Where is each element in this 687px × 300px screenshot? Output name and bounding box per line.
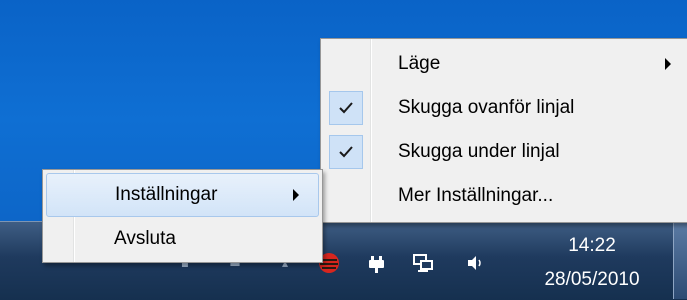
checkmark-icon — [329, 91, 363, 125]
settings-submenu: Läge Skugga ovanför linjal Skugga under … — [320, 38, 687, 223]
show-desktop-button[interactable] — [673, 222, 687, 299]
power-plug-glyph — [369, 256, 384, 273]
menu-item-skugga-under[interactable]: Skugga under linjal — [324, 130, 687, 174]
tray-context-menu: Inställningar Avsluta — [42, 169, 323, 263]
menu-item-label: Skugga ovanför linjal — [398, 97, 575, 118]
menu-item-mer-installningar[interactable]: Mer Inställningar... — [324, 174, 687, 218]
menu-item-label: Mer Inställningar... — [398, 185, 554, 206]
checkmark-icon — [329, 135, 363, 169]
menu-item-label: Skugga under linjal — [398, 141, 560, 162]
clock-time: 14:22 — [568, 235, 616, 256]
submenu-arrow-icon — [293, 189, 299, 201]
menu-item-lage[interactable]: Läge — [324, 42, 687, 86]
submenu-arrow-icon — [665, 58, 671, 70]
menu-item-installningar[interactable]: Inställningar — [46, 173, 319, 217]
volume-icon[interactable] — [464, 252, 486, 274]
clock-date: 28/05/2010 — [544, 269, 640, 290]
network-icon[interactable] — [412, 252, 434, 274]
power-plug-icon[interactable] — [366, 252, 388, 274]
menu-item-label: Läge — [398, 53, 441, 74]
network-glyph — [413, 254, 433, 272]
speaker-glyph — [468, 256, 481, 270]
menu-item-label: Avsluta — [114, 228, 176, 249]
menu-item-skugga-ovanfor[interactable]: Skugga ovanför linjal — [324, 86, 687, 130]
menu-item-label: Inställningar — [115, 184, 218, 205]
menu-item-avsluta[interactable]: Avsluta — [46, 217, 319, 261]
taskbar-clock[interactable]: 14:22 28/05/2010 — [517, 233, 667, 293]
